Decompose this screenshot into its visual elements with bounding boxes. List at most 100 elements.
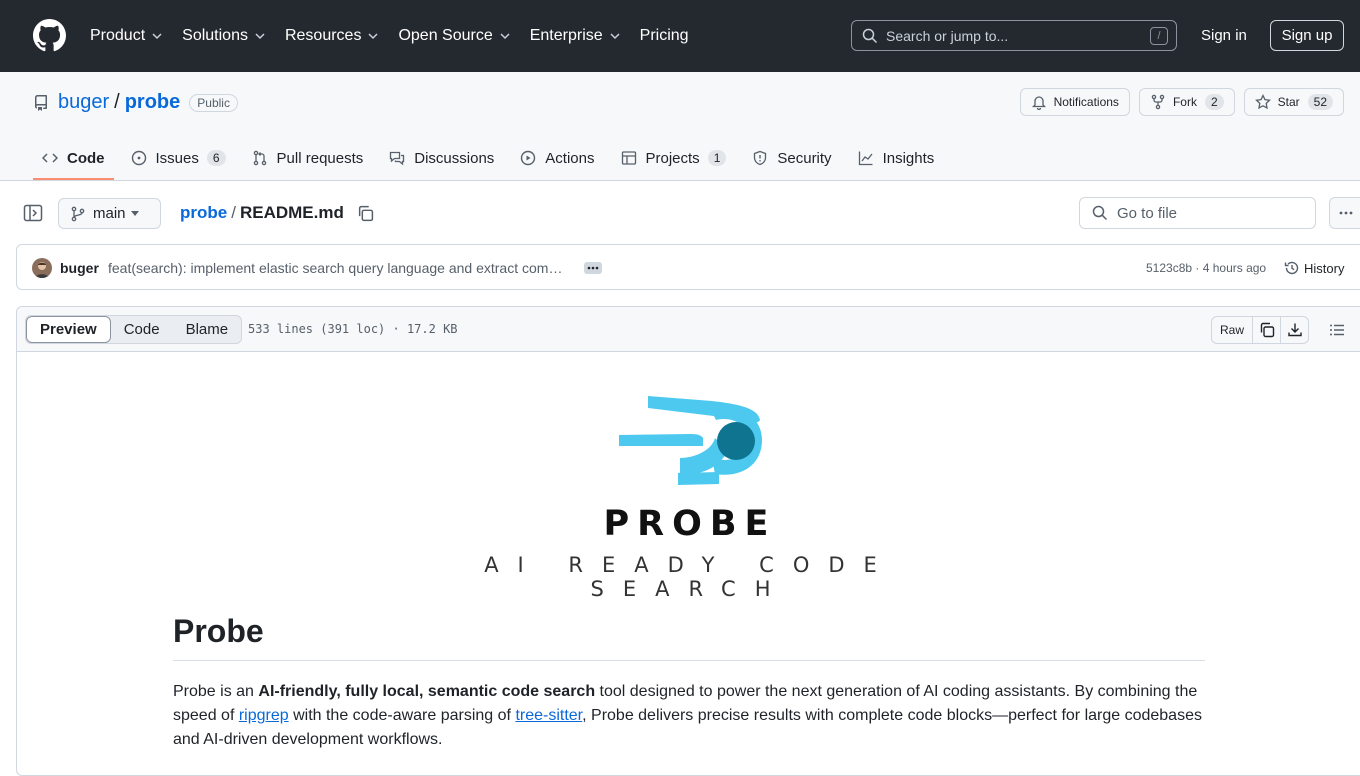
breadcrumb-separator: / <box>231 203 236 222</box>
file-stats: 533 lines (391 loc) · 17.2 KB <box>248 322 458 336</box>
download-button[interactable] <box>1281 316 1309 344</box>
global-nav-item-enterprise[interactable]: Enterprise <box>530 27 621 45</box>
author-avatar[interactable] <box>32 258 52 278</box>
copy-raw-button[interactable] <box>1253 316 1281 344</box>
breadcrumb: probe / README.md <box>180 203 374 223</box>
commit-message-link[interactable]: feat(search): implement elastic search q… <box>108 260 562 276</box>
branch-selector[interactable]: main <box>58 198 161 229</box>
play-icon <box>521 150 536 166</box>
global-nav-label: Open Source <box>398 27 493 44</box>
star-button[interactable]: Star 52 <box>1243 88 1344 116</box>
global-nav-item-resources[interactable]: Resources <box>285 27 379 45</box>
readme-intro-paragraph: Probe is an AI-friendly, fully local, se… <box>173 680 1205 752</box>
chevron-down-icon <box>610 33 620 40</box>
latest-commit-bar: buger feat(search): implement elastic se… <box>16 244 1360 290</box>
sign-up-button[interactable]: Sign up <box>1270 20 1344 51</box>
view-mode-code[interactable]: Code <box>111 316 173 343</box>
table-icon <box>621 151 636 165</box>
global-nav-item-product[interactable]: Product <box>90 27 163 45</box>
global-nav-label: Enterprise <box>529 27 603 44</box>
global-header: Product Solutions Resources Open Source Ente… <box>0 0 1360 72</box>
tab-security[interactable]: Security <box>743 140 840 176</box>
readme-text: Probe is an <box>173 683 259 700</box>
history-button[interactable]: History <box>1284 260 1344 276</box>
tab-issues[interactable]: Issues 6 <box>122 140 235 176</box>
repo-name-link[interactable]: probe <box>125 91 181 114</box>
breadcrumb-repo-link[interactable]: probe <box>180 203 227 223</box>
branch-icon <box>71 206 85 221</box>
more-options-button[interactable] <box>1329 197 1360 229</box>
tab-label: Actions <box>545 149 595 167</box>
go-to-file-placeholder: Go to file <box>1117 204 1178 222</box>
chevron-down-icon <box>152 33 162 40</box>
global-nav-item-pricing[interactable]: Pricing <box>640 27 689 45</box>
tab-label: Code <box>67 149 105 167</box>
tab-discussions[interactable]: Discussions <box>380 140 503 176</box>
issue-icon <box>131 150 146 166</box>
tab-count: 6 <box>206 150 226 166</box>
readme-text: with the code-aware parsing of <box>288 707 516 724</box>
sidebar-toggle-icon[interactable] <box>23 203 43 223</box>
list-unordered-icon <box>1330 324 1344 336</box>
sign-in-link[interactable]: Sign in <box>1201 27 1247 44</box>
view-mode-preview[interactable]: Preview <box>26 316 111 343</box>
branch-name: main <box>93 205 126 222</box>
repo-title-separator: / <box>114 91 120 113</box>
tab-projects[interactable]: Projects 1 <box>612 140 736 176</box>
tab-label: Discussions <box>414 149 495 167</box>
commit-author-link[interactable]: buger <box>60 260 99 276</box>
repo-actions: Notifications Fork 2 Star 52 <box>1011 88 1344 116</box>
ripgrep-link[interactable]: ripgrep <box>239 707 289 724</box>
copy-path-icon[interactable] <box>357 205 374 222</box>
go-to-file-input[interactable]: Go to file <box>1079 197 1316 229</box>
tree-sitter-link[interactable]: tree-sitter <box>515 707 582 724</box>
chevron-down-icon <box>500 33 510 40</box>
search-icon <box>1092 205 1108 221</box>
ellipsis-icon <box>587 266 599 270</box>
chevron-down-icon <box>368 33 378 40</box>
outline-button[interactable] <box>1329 316 1345 344</box>
tab-label: Insights <box>882 149 935 167</box>
repo-owner-link[interactable]: buger <box>58 91 109 114</box>
expand-commit-message-button[interactable] <box>584 262 602 274</box>
tab-label: Security <box>777 149 832 167</box>
global-nav-label: Resources <box>284 27 362 44</box>
fork-button[interactable]: Fork 2 <box>1138 88 1235 116</box>
global-search-input[interactable]: Search or jump to... / <box>851 20 1177 51</box>
global-nav-label: Pricing <box>639 27 689 44</box>
fork-count: 2 <box>1204 94 1224 110</box>
commit-sha-and-time[interactable]: 5123c8b · 4 hours ago <box>1146 261 1266 275</box>
view-mode-switcher: Preview Code Blame <box>25 315 243 344</box>
logo-tagline: AI READY CODE SEARCH <box>484 553 896 601</box>
copy-icon <box>1260 322 1274 338</box>
view-mode-blame[interactable]: Blame <box>173 316 242 343</box>
fork-label: Fork <box>1172 95 1197 109</box>
download-icon <box>1287 323 1302 337</box>
raw-button[interactable]: Raw <box>1211 316 1253 344</box>
tab-actions[interactable]: Actions <box>511 140 603 176</box>
tab-insights[interactable]: Insights <box>849 140 944 176</box>
history-icon <box>1284 261 1299 275</box>
tab-count: 1 <box>707 150 727 166</box>
github-logo-icon[interactable] <box>33 19 66 52</box>
star-icon <box>1254 94 1271 110</box>
notifications-label: Notifications <box>1053 95 1119 109</box>
global-nav: Product Solutions Resources Open Source Ente… <box>90 0 708 72</box>
notifications-button[interactable]: Notifications <box>1019 88 1130 116</box>
global-nav-item-open-source[interactable]: Open Source <box>398 27 510 45</box>
logo-wordmark: PROBE <box>603 504 777 544</box>
search-shortcut-key: / <box>1150 27 1168 45</box>
repo-tabs: Code Issues 6 Pull requests Discussions Actio… <box>33 140 951 181</box>
code-icon <box>42 153 58 163</box>
caret-down-icon <box>131 211 139 216</box>
search-placeholder: Search or jump to... <box>886 27 1009 44</box>
visibility-badge: Public <box>189 93 238 112</box>
repo-header: buger / probe Public Notifications Fork … <box>0 72 1360 181</box>
tab-label: Projects <box>645 149 700 167</box>
file-toolbar: Preview Code Blame 533 lines (391 loc) · 1… <box>17 307 1360 352</box>
tab-pull-requests[interactable]: Pull requests <box>243 140 373 176</box>
global-nav-item-solutions[interactable]: Solutions <box>182 27 266 45</box>
global-nav-label: Solutions <box>182 27 248 44</box>
tab-code[interactable]: Code <box>33 140 114 180</box>
breadcrumb-file-name: README.md <box>239 203 344 222</box>
